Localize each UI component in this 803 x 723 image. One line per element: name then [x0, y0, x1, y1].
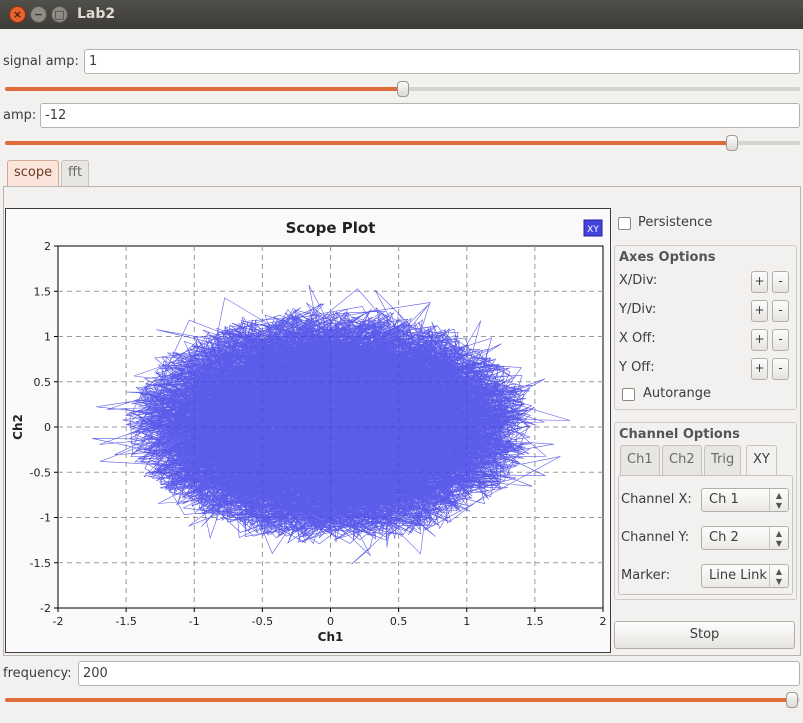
channel-y-value: Ch 2	[709, 530, 739, 545]
xdiv-plus-button[interactable]: +	[751, 271, 768, 293]
xoff-minus-button[interactable]: -	[772, 329, 789, 351]
y-tick-label: -1	[40, 512, 51, 525]
y-tick-label: 2	[44, 240, 51, 253]
window-title: Lab2	[77, 6, 116, 22]
signal-amp-label: signal amp:	[3, 54, 79, 69]
channel-y-label: Channel Y:	[621, 530, 690, 545]
marker-label: Marker:	[621, 568, 671, 583]
y-tick-label: 0.5	[34, 376, 52, 389]
yoff-minus-button[interactable]: -	[772, 358, 789, 380]
updown-icon: ▲ ▼	[769, 527, 788, 549]
channel-x-value: Ch 1	[709, 492, 739, 507]
y-tick-label: 1.5	[34, 285, 52, 298]
marker-select[interactable]: Line Link ▲ ▼	[701, 564, 789, 588]
slider-fill	[5, 698, 793, 702]
tab-fft[interactable]: fft	[61, 160, 90, 186]
x-tick-label: 1	[463, 615, 470, 628]
updown-icon: ▲ ▼	[769, 489, 788, 511]
x-tick-label: -2	[53, 615, 64, 628]
maximize-icon[interactable]: □	[51, 6, 68, 23]
xoff-plus-button[interactable]: +	[751, 329, 768, 351]
ydiv-minus-button[interactable]: -	[772, 300, 789, 322]
ydiv-plus-button[interactable]: +	[751, 300, 768, 322]
channel-options-title: Channel Options	[619, 427, 740, 442]
channel-x-select[interactable]: Ch 1 ▲ ▼	[701, 488, 789, 512]
x-tick-label: -0.5	[252, 615, 273, 628]
slider-fill	[5, 141, 733, 145]
y-tick-label: -1.5	[30, 557, 51, 570]
yoff-label: Y Off:	[619, 360, 655, 375]
y-tick-label: -0.5	[30, 466, 51, 479]
channel-tab-xy[interactable]: XY	[746, 445, 777, 475]
y-axis-label: Ch2	[11, 414, 25, 440]
title-bar: × − □ Lab2	[0, 0, 803, 29]
xdiv-minus-button[interactable]: -	[772, 271, 789, 293]
x-axis-label: Ch1	[318, 630, 344, 644]
updown-icon: ▲ ▼	[769, 565, 788, 587]
scope-plot[interactable]: Scope Plot Ch1 Ch2 XY -2 -1.5 -1 -0.5 0 0.5 1 1.5 2 2…	[5, 208, 611, 653]
xoff-label: X Off:	[619, 331, 656, 346]
x-tick-label: 0.5	[390, 615, 408, 628]
persistence-checkbox[interactable]	[618, 217, 631, 230]
signal-amp-slider[interactable]	[5, 81, 800, 97]
amp-slider[interactable]	[5, 135, 800, 151]
close-icon[interactable]: ×	[9, 6, 26, 23]
yoff-plus-button[interactable]: +	[751, 358, 768, 380]
x-tick-label: 1.5	[526, 615, 544, 628]
persistence-label: Persistence	[638, 215, 713, 230]
channel-y-select[interactable]: Ch 2 ▲ ▼	[701, 526, 789, 550]
amp-input[interactable]: -12	[40, 103, 800, 128]
axes-options-title: Axes Options	[619, 250, 716, 265]
marker-value: Line Link	[709, 568, 767, 583]
channel-tab-ch1[interactable]: Ch1	[620, 445, 660, 475]
frequency-slider[interactable]	[5, 692, 800, 708]
frequency-input[interactable]: 200	[78, 661, 800, 686]
x-tick-label: -1	[189, 615, 200, 628]
y-tick-label: -2	[40, 602, 51, 615]
slider-handle[interactable]	[786, 692, 799, 708]
channel-x-label: Channel X:	[621, 492, 692, 507]
xdiv-label: X/Div:	[619, 273, 658, 288]
autorange-label: Autorange	[643, 386, 711, 401]
slider-fill	[5, 87, 403, 91]
y-tick-label: 0	[44, 421, 51, 434]
minimize-icon[interactable]: −	[30, 6, 47, 23]
slider-handle[interactable]	[726, 135, 739, 151]
chart-title: Scope Plot	[286, 219, 376, 237]
xy-badge-label: XY	[587, 225, 599, 235]
x-tick-label: 2	[600, 615, 607, 628]
y-tick-label: 1	[44, 331, 51, 344]
stop-button[interactable]: Stop	[614, 621, 795, 649]
signal-amp-input[interactable]: 1	[84, 49, 800, 74]
ydiv-label: Y/Div:	[619, 302, 657, 317]
scope-chart: Scope Plot Ch1 Ch2 XY -2 -1.5 -1 -0.5 0 0.5 1 1.5 2 2…	[11, 219, 607, 644]
autorange-checkbox[interactable]	[622, 388, 635, 401]
channel-tab-trig[interactable]: Trig	[704, 445, 742, 475]
frequency-label: frequency:	[3, 666, 72, 681]
amp-label: amp:	[3, 108, 37, 123]
x-tick-label: -1.5	[115, 615, 136, 628]
tab-scope[interactable]: scope	[7, 160, 60, 186]
x-tick-label: 0	[327, 615, 334, 628]
slider-handle[interactable]	[396, 81, 409, 97]
channel-tab-ch2[interactable]: Ch2	[662, 445, 702, 475]
